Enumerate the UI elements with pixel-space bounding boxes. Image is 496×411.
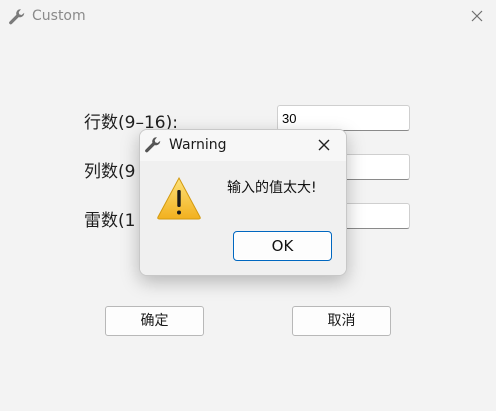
wrench-icon	[7, 7, 27, 27]
warning-dialog: Warning 输入的值太大! OK	[139, 129, 347, 276]
window-title: Custom	[32, 8, 86, 24]
dialog-message: 输入的值太大!	[227, 180, 317, 196]
cancel-button[interactable]: 取消	[292, 306, 391, 336]
title-bar: Custom	[0, 0, 496, 33]
confirm-button[interactable]: 确定	[105, 306, 204, 336]
close-icon[interactable]	[315, 136, 333, 154]
warning-triangle-icon	[155, 175, 203, 221]
wrench-icon	[143, 135, 163, 155]
custom-window: Custom 行数(9–16): 列数(9 雷数(1 确定 取消 Warning	[0, 0, 496, 411]
mines-label: 雷数(1	[84, 211, 136, 231]
dialog-title: Warning	[169, 137, 227, 153]
dialog-title-bar: Warning	[140, 130, 346, 161]
ok-button[interactable]: OK	[233, 231, 332, 261]
dialog-body: 输入的值太大! OK	[140, 161, 346, 275]
rows-input[interactable]	[277, 105, 410, 131]
close-icon[interactable]	[467, 6, 487, 26]
cols-label: 列数(9	[84, 162, 136, 182]
